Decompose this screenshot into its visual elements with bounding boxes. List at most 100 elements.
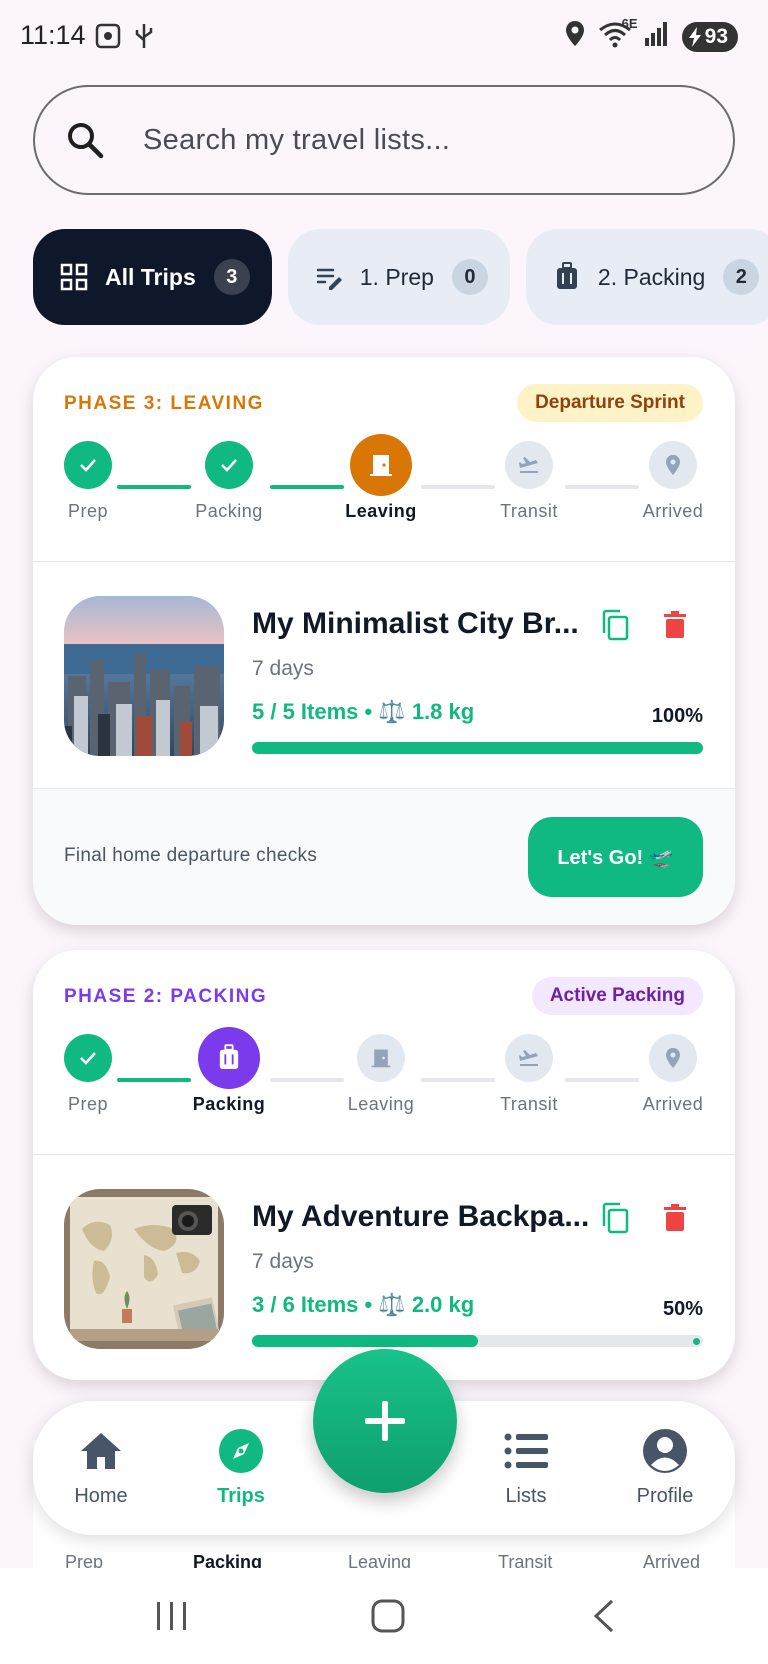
nav-profile[interactable]: Profile <box>605 1427 725 1508</box>
compass-icon <box>217 1427 265 1475</box>
profile-icon <box>641 1427 689 1475</box>
luggage-icon <box>198 1027 260 1089</box>
home-icon <box>77 1427 125 1475</box>
network-type: 6E <box>621 16 638 31</box>
door-icon <box>350 434 412 496</box>
grid-icon <box>59 262 89 292</box>
phase-stepper: Prep Packing Leaving Transit Arrived <box>33 434 735 537</box>
filter-count: 0 <box>451 259 488 295</box>
search-icon <box>61 116 109 164</box>
nav-label: Profile <box>636 1485 694 1507</box>
nav-label: Home <box>74 1485 128 1507</box>
search-bar[interactable]: Search my travel lists... <box>33 85 735 195</box>
filter-chips: All Trips 3 1. Prep 0 2. Packing 2 <box>33 229 768 325</box>
battery-icon: 93 <box>681 21 738 52</box>
system-nav-bar <box>0 1568 768 1664</box>
nav-home[interactable]: Home <box>41 1427 161 1508</box>
edit-list-icon <box>314 262 344 292</box>
phase-badge: Active Packing <box>531 977 703 1015</box>
filter-label: 1. Prep <box>359 263 434 290</box>
progress-end-dot <box>693 1338 700 1345</box>
nav-label: Lists <box>505 1485 547 1507</box>
step-packing: Packing <box>174 1027 284 1115</box>
nav-label: Trips <box>217 1485 265 1507</box>
lets-go-button[interactable]: Let's Go! 🛫 <box>528 817 703 897</box>
trip-duration: 7 days <box>252 1250 314 1273</box>
wifi-icon: 6E <box>598 16 638 53</box>
plane-icon <box>505 441 553 489</box>
phase-stepper: Prep Packing Leaving Transit Arrived <box>33 1027 735 1130</box>
step-label: Packing <box>195 501 263 521</box>
step-arrived: Arrived <box>618 1034 728 1115</box>
step-transit: Transit <box>474 1034 584 1115</box>
signal-icon <box>644 20 670 53</box>
trip-name: My Adventure Backpa... <box>252 1200 590 1233</box>
check-icon <box>205 441 253 489</box>
usb-icon <box>132 22 156 55</box>
step-label: Transit <box>500 1094 558 1114</box>
nav-lists[interactable]: Lists <box>466 1427 586 1508</box>
status-bar: 11:14 6E 93 <box>0 0 768 72</box>
filter-all-trips[interactable]: All Trips 3 <box>33 229 272 325</box>
progress-fill <box>252 1335 478 1347</box>
step-label: Prep <box>67 501 109 521</box>
filter-label: All Trips <box>105 263 196 290</box>
step-label: Arrived <box>642 1094 704 1114</box>
status-right: 6E 93 <box>564 16 738 53</box>
location-icon <box>564 20 586 53</box>
filter-prep[interactable]: 1. Prep 0 <box>287 229 510 325</box>
trip-percent: 50% <box>662 1298 703 1320</box>
add-trip-button[interactable] <box>313 1349 457 1493</box>
step-leaving: Leaving <box>326 434 436 522</box>
delete-icon[interactable] <box>657 1200 693 1236</box>
trip-card[interactable]: PHASE 2: PACKING Active Packing Prep Pac… <box>33 950 735 1380</box>
step-leaving: Leaving <box>326 1034 436 1115</box>
screenshot-icon <box>94 22 122 55</box>
status-left-icons <box>94 22 156 55</box>
list-icon <box>502 1427 550 1475</box>
step-prep: Prep <box>33 441 143 522</box>
trip-percent: 100% <box>651 705 703 727</box>
progress-fill <box>252 742 703 754</box>
trip-duration: 7 days <box>252 657 314 680</box>
trip-card[interactable]: PHASE 3: LEAVING Departure Sprint Prep P… <box>33 357 735 925</box>
trip-items-weight: 5 / 5 Items • ⚖️ 1.8 kg <box>252 699 475 724</box>
nav-trips[interactable]: Trips <box>181 1427 301 1508</box>
phase-title: PHASE 2: PACKING <box>64 986 268 1007</box>
home-button-icon[interactable] <box>364 1596 412 1636</box>
status-time: 11:14 <box>20 20 86 50</box>
search-input[interactable]: Search my travel lists... <box>143 124 450 157</box>
phase-badge: Departure Sprint <box>517 384 703 422</box>
step-label: Leaving <box>345 501 417 521</box>
trip-progress <box>252 1335 703 1347</box>
trip-image-city <box>64 596 224 756</box>
step-label: Arrived <box>642 501 704 521</box>
filter-packing[interactable]: 2. Packing 2 <box>525 229 768 325</box>
trip-items-weight: 3 / 6 Items • ⚖️ 2.0 kg <box>252 1292 475 1317</box>
step-label: Leaving <box>347 1094 415 1114</box>
door-icon <box>357 1034 405 1082</box>
check-icon <box>64 1034 112 1082</box>
copy-icon[interactable] <box>597 1200 633 1236</box>
check-icon <box>64 441 112 489</box>
phase-title: PHASE 3: LEAVING <box>64 393 264 414</box>
battery-level: 93 <box>704 24 728 48</box>
step-prep: Prep <box>33 1034 143 1115</box>
divider <box>33 1154 735 1155</box>
footer-hint: Final home departure checks <box>64 845 318 866</box>
recents-icon[interactable] <box>148 1596 196 1636</box>
step-arrived: Arrived <box>618 441 728 522</box>
filter-count: 2 <box>723 259 760 295</box>
delete-icon[interactable] <box>657 607 693 643</box>
trip-image-map <box>64 1189 224 1349</box>
copy-icon[interactable] <box>597 607 633 643</box>
step-label: Packing <box>192 1094 266 1114</box>
pin-icon <box>649 1034 697 1082</box>
back-icon[interactable] <box>580 1596 628 1636</box>
luggage-icon <box>552 262 582 292</box>
plane-icon <box>505 1034 553 1082</box>
step-label: Prep <box>67 1094 109 1114</box>
step-label: Transit <box>500 501 558 521</box>
card-footer: Final home departure checks Let's Go! 🛫 <box>33 788 735 925</box>
filter-label: 2. Packing <box>597 263 706 290</box>
